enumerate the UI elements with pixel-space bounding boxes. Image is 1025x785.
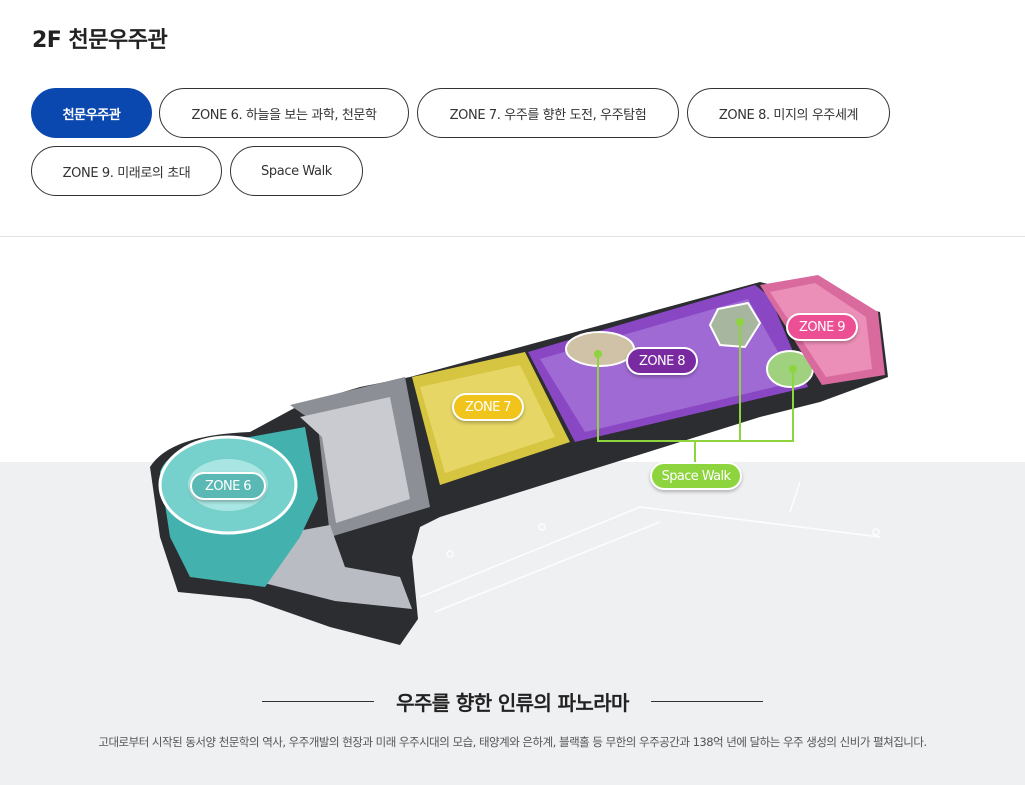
tab-space-walk[interactable]: Space Walk [230, 146, 363, 196]
page-title: 2F 천문우주관 [32, 28, 168, 53]
section-description: 고대로부터 시작된 동서양 천문학의 역사, 우주개발의 현장과 미래 우주시대… [98, 735, 927, 749]
tab-zone-9[interactable]: ZONE 9. 미래로의 초대 [31, 146, 222, 196]
zone-7-label[interactable]: ZONE 7 [452, 393, 524, 421]
section-heading-text: 우주를 향한 인류의 파노라마 [396, 690, 629, 715]
tab-zone-6[interactable]: ZONE 6. 하늘을 보는 과학, 천문학 [159, 88, 409, 138]
floor-map-illustration [150, 275, 888, 645]
zone-8-label[interactable]: ZONE 8 [626, 347, 698, 375]
space-walk-label[interactable]: Space Walk [650, 462, 742, 490]
section-heading: 우주를 향한 인류의 파노라마 [0, 688, 1025, 715]
tab-zone-7[interactable]: ZONE 7. 우주를 향한 도전, 우주탐험 [417, 88, 679, 138]
tab-zone-8[interactable]: ZONE 8. 미지의 우주세계 [687, 88, 890, 138]
floor-map: ZONE 6 ZONE 7 ZONE 8 ZONE 9 Space Walk [0, 237, 1025, 667]
tab-astronomy-hall[interactable]: 천문우주관 [31, 88, 152, 138]
zone-6-label[interactable]: ZONE 6 [190, 472, 266, 500]
heading-right-line [650, 700, 763, 702]
heading-left-line [262, 700, 375, 702]
zone-9-label[interactable]: ZONE 9 [786, 313, 858, 341]
